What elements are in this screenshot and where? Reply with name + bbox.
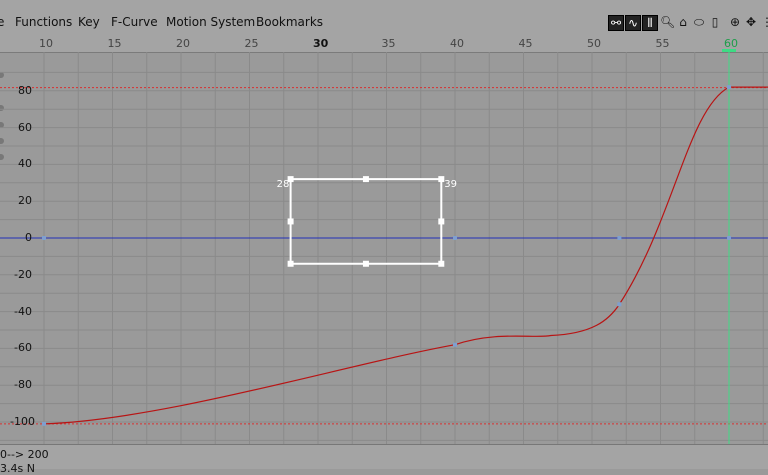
- value-label: -20: [14, 267, 32, 281]
- selection-handle-4: [438, 218, 445, 225]
- ruler-label-15: 15: [107, 37, 122, 50]
- home-icon[interactable]: ⌂: [676, 15, 690, 29]
- curve-key-0: [42, 421, 46, 426]
- zero-key-1: [453, 236, 457, 240]
- menu-motion-system[interactable]: Motion System: [166, 15, 255, 29]
- menu-bookmarks[interactable]: Bookmarks: [256, 15, 323, 29]
- menu-key[interactable]: Key: [78, 15, 100, 29]
- value-label: -60: [14, 341, 32, 355]
- menu-f-curve[interactable]: F-Curve: [111, 15, 158, 29]
- ruler-label-20: 20: [176, 37, 190, 50]
- selection-end-label: 39: [444, 179, 458, 191]
- curve-key-2: [617, 302, 622, 307]
- selection-handle-5: [287, 260, 294, 267]
- value-label: -80: [14, 378, 32, 392]
- zero-key-3: [727, 236, 731, 240]
- selection-handle-6: [362, 260, 369, 267]
- value-label: -40: [14, 304, 32, 318]
- frame-range-text: 0--> 200: [0, 448, 49, 461]
- value-label: 80: [18, 83, 32, 97]
- dopesheet-mode-icon[interactable]: ⦀: [642, 15, 658, 31]
- move-icon[interactable]: ✥: [744, 15, 758, 29]
- fcurve-mode-icon[interactable]: ∿: [625, 15, 641, 31]
- value-label: 0: [25, 231, 32, 244]
- value-label: -100: [10, 415, 35, 428]
- zero-key-2: [617, 236, 622, 240]
- sync-icon[interactable]: ▯: [708, 15, 722, 29]
- selection-handle-7: [438, 260, 445, 267]
- zero-key-0: [42, 236, 46, 240]
- ruler-label-45: 45: [518, 37, 533, 50]
- curve-key-1: [453, 342, 457, 347]
- menu-bar: e Functions Key F-Curve Motion System Bo…: [0, 0, 768, 34]
- selection-box: [289, 178, 443, 265]
- ruler-label-25: 25: [244, 37, 259, 50]
- selection-handle-1: [362, 176, 369, 183]
- new-key-icon[interactable]: ⊕: [728, 15, 742, 29]
- selection-start-label: 28: [276, 179, 290, 191]
- ruler-label-10: 10: [39, 37, 53, 50]
- zoom-icon[interactable]: 🔍︎: [660, 15, 675, 29]
- ruler-label-30: 30: [313, 37, 329, 50]
- fcurve-graph[interactable]: [0, 52, 768, 444]
- value-label: 20: [18, 194, 32, 208]
- status-bar: 0--> 200 3.4s N: [0, 444, 768, 475]
- frame-all-icon[interactable]: ⬭: [692, 15, 706, 29]
- ruler-label-35: 35: [381, 37, 396, 50]
- value-label: 60: [18, 120, 32, 134]
- curve-key-3: [727, 85, 731, 90]
- ruler-label-40: 40: [450, 37, 464, 50]
- ruler-label-50: 50: [587, 37, 601, 50]
- more-icon[interactable]: ⋮: [760, 15, 768, 29]
- selection-handle-3: [287, 218, 294, 225]
- curve-link-icon[interactable]: ⚯: [608, 15, 624, 31]
- value-label: 40: [18, 157, 32, 171]
- menu-functions[interactable]: Functions: [15, 15, 72, 29]
- status-second-line: 3.4s N: [0, 462, 35, 475]
- fcurve-line: [43, 86, 768, 425]
- ruler-label-55: 55: [655, 37, 670, 50]
- timeline-ruler[interactable]: 10 15 20 25 30 35 40 45 50 55 60: [0, 34, 768, 53]
- menu-edit[interactable]: e: [0, 15, 4, 29]
